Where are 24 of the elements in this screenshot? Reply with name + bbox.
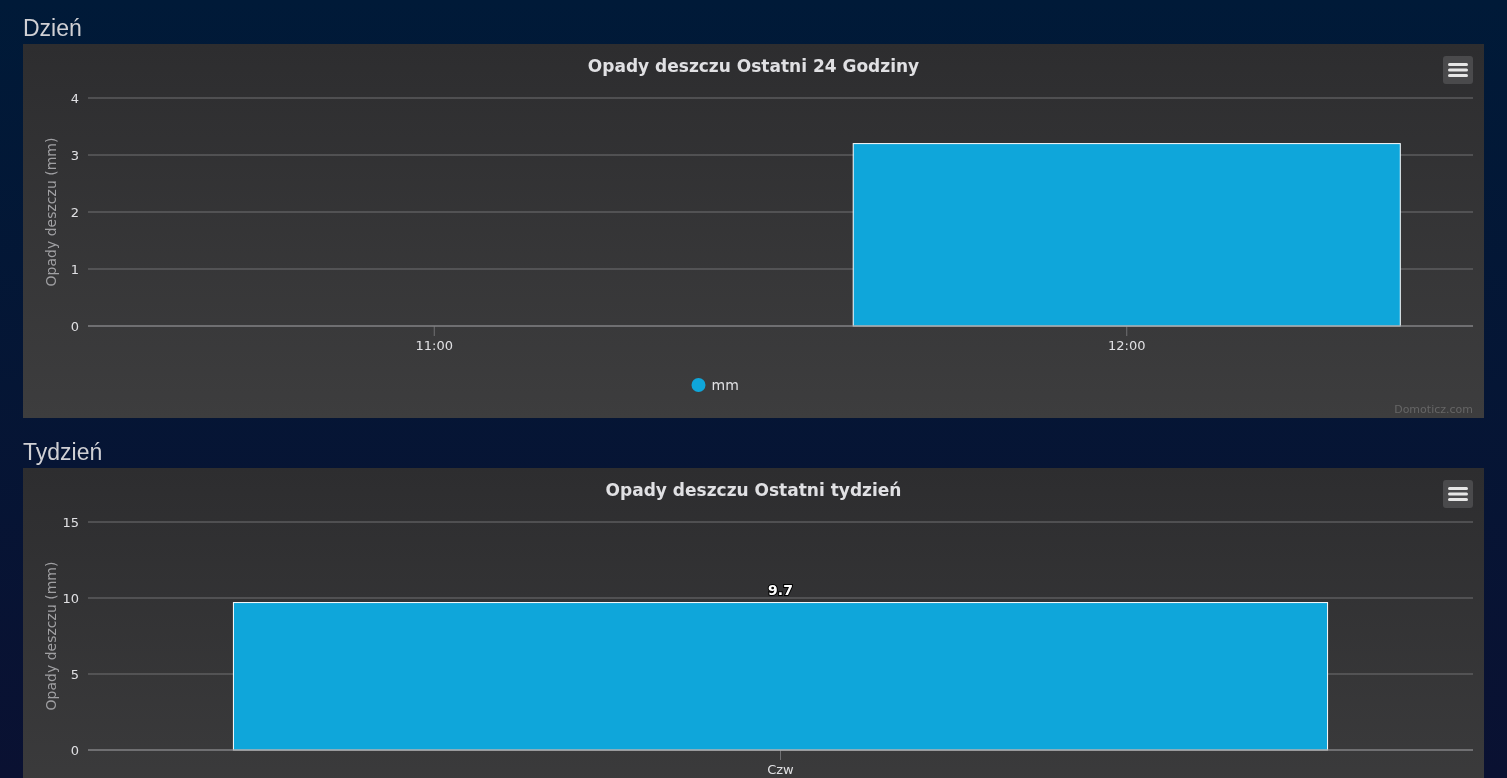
legend-label[interactable]: mm bbox=[711, 377, 739, 393]
axis-label: 12:00 bbox=[1108, 338, 1146, 353]
axis-label: Czw bbox=[767, 762, 794, 777]
axis-label: 2 bbox=[70, 205, 79, 220]
axis-label: 4 bbox=[70, 91, 79, 106]
chart-title: Opady deszczu Ostatni tydzień bbox=[605, 480, 902, 500]
section-heading: Tydzień bbox=[23, 438, 104, 467]
axis-label: 0 bbox=[70, 743, 79, 758]
axis-label: 0 bbox=[70, 319, 79, 334]
axis-label: 11:00 bbox=[415, 338, 453, 353]
axis-label: 10 bbox=[62, 591, 79, 606]
axis-title: Opady deszczu (mm) bbox=[43, 561, 59, 711]
data-label: 9.7 bbox=[768, 581, 793, 598]
axis-label: 15 bbox=[62, 515, 79, 530]
axis-label: 5 bbox=[70, 667, 79, 682]
axis-title: Opady deszczu (mm) bbox=[43, 137, 59, 287]
axis-label: 1 bbox=[70, 262, 79, 277]
axis-label: 3 bbox=[70, 148, 79, 163]
menu-icon bbox=[1448, 62, 1468, 78]
chart-title: Opady deszczu Ostatni 24 Godziny bbox=[587, 56, 920, 76]
section-heading: Dzień bbox=[23, 14, 83, 43]
menu-button[interactable] bbox=[1443, 480, 1473, 508]
menu-icon bbox=[1448, 486, 1468, 502]
menu-button[interactable] bbox=[1443, 56, 1473, 84]
